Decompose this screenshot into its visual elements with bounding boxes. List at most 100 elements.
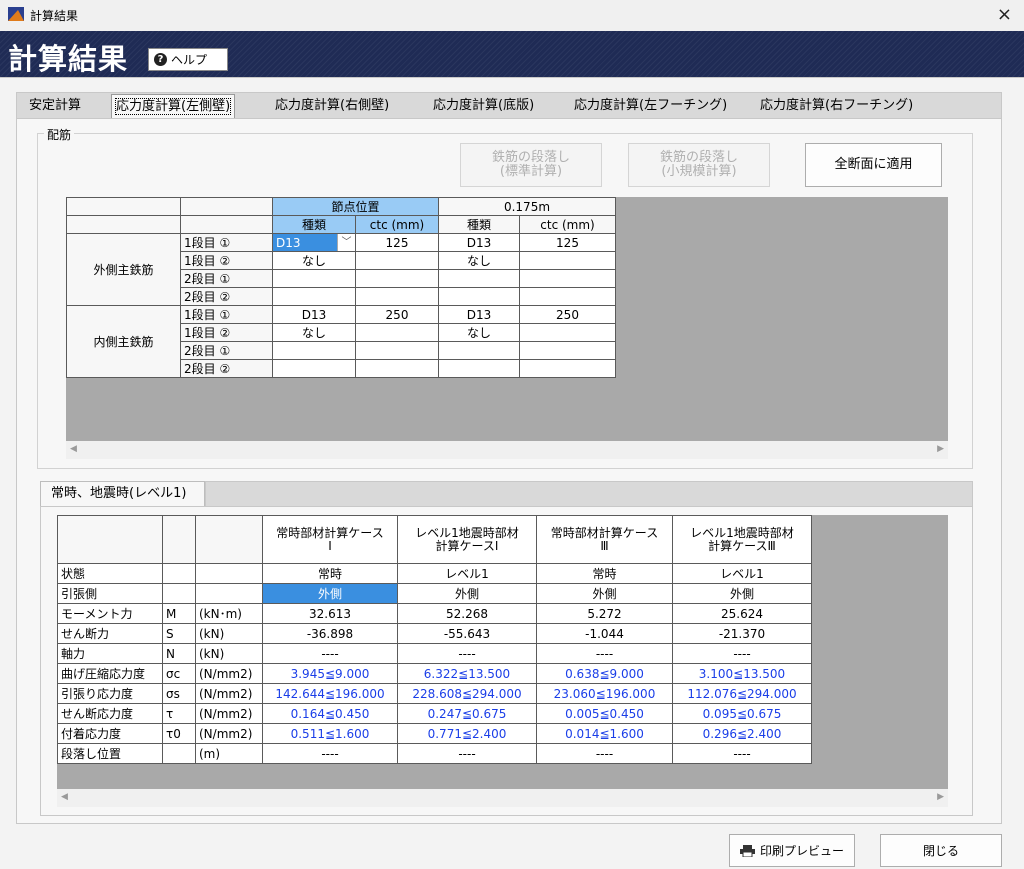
rebar-ctc-cell[interactable] [519, 341, 616, 360]
result-value-cell[interactable]: 23.060≦196.000 [536, 683, 673, 704]
result-value-cell[interactable]: ---- [536, 743, 673, 764]
rebar-type-cell[interactable]: D13 ﹀ [272, 233, 356, 252]
result-value-cell[interactable]: 6.322≦13.500 [397, 663, 537, 684]
result-value-cell[interactable]: -55.643 [397, 623, 537, 644]
rebar-ctc-cell[interactable]: 250 [519, 305, 616, 324]
result-value-cell[interactable]: -21.370 [672, 623, 812, 644]
result-value-cell[interactable]: 外側 [262, 583, 398, 604]
rebar-type-cell[interactable]: なし [272, 251, 356, 270]
col-pos2-header[interactable]: 0.175m [438, 197, 616, 216]
case-header[interactable]: レベル1地震時部材 計算ケースⅢ [672, 515, 812, 564]
result-value-cell[interactable]: レベル1 [672, 563, 812, 584]
rebar-ctc-cell[interactable] [355, 269, 439, 288]
col-node-header[interactable]: 節点位置 [272, 197, 439, 216]
result-value-cell[interactable]: 25.624 [672, 603, 812, 624]
result-value-cell[interactable]: 142.644≦196.000 [262, 683, 398, 704]
result-value-cell[interactable]: 0.005≦0.450 [536, 703, 673, 724]
result-value-cell[interactable]: ---- [397, 743, 537, 764]
rebar-type-cell[interactable] [272, 359, 356, 378]
apply-all-sections-button[interactable]: 全断面に適用 [805, 143, 942, 187]
rebar-type-cell[interactable] [438, 269, 520, 288]
result-value-cell[interactable]: 外側 [397, 583, 537, 604]
rebar-ctc-cell[interactable]: 125 [519, 233, 616, 252]
result-value-cell[interactable]: 5.272 [536, 603, 673, 624]
tab-right-wall[interactable]: 応力度計算(右側壁) [275, 93, 389, 118]
rebar-type-cell[interactable] [272, 269, 356, 288]
result-value-cell[interactable]: 0.771≦2.400 [397, 723, 537, 744]
result-value-cell[interactable]: 常時 [262, 563, 398, 584]
rebar-ctc-cell[interactable] [519, 323, 616, 342]
result-value-cell[interactable]: 0.296≦2.400 [672, 723, 812, 744]
result-value-cell[interactable]: レベル1 [397, 563, 537, 584]
window-close-button[interactable]: × [997, 4, 1012, 25]
result-value-cell[interactable]: 0.511≦1.600 [262, 723, 398, 744]
rebar-horizontal-scrollbar[interactable]: ◀ ▶ [66, 441, 948, 459]
scroll-right-icon[interactable]: ▶ [937, 792, 944, 802]
result-value-cell[interactable]: 常時 [536, 563, 673, 584]
result-value-cell[interactable]: 0.638≦9.000 [536, 663, 673, 684]
result-value-cell[interactable]: ---- [536, 643, 673, 664]
rebar-ctc-cell[interactable] [355, 287, 439, 306]
result-value-cell[interactable]: ---- [397, 643, 537, 664]
scroll-left-icon[interactable]: ◀ [61, 792, 68, 802]
rebar-type-cell[interactable] [438, 287, 520, 306]
rebar-type-cell[interactable]: D13 [438, 305, 520, 324]
scroll-right-icon[interactable]: ▶ [937, 444, 944, 454]
rebar-type-cell[interactable]: なし [438, 251, 520, 270]
case-header[interactable]: レベル1地震時部材 計算ケースⅠ [397, 515, 537, 564]
case-header[interactable]: 常時部材計算ケース Ⅲ [536, 515, 673, 564]
tab-normal-seismic-level1[interactable]: 常時、地震時(レベル1) [40, 481, 205, 507]
result-value-cell[interactable]: 外側 [536, 583, 673, 604]
result-value-cell[interactable]: 0.014≦1.600 [536, 723, 673, 744]
rebar-ctc-cell[interactable] [519, 251, 616, 270]
rebar-type-cell[interactable] [438, 359, 520, 378]
rebar-ctc-cell[interactable] [355, 323, 439, 342]
tab-stability[interactable]: 安定計算 [29, 93, 81, 118]
result-value-cell[interactable]: ---- [262, 643, 398, 664]
help-button[interactable]: ? ヘルプ [148, 48, 228, 71]
rebar-ctc-cell[interactable]: 250 [355, 305, 439, 324]
tab-bottom-slab[interactable]: 応力度計算(底版) [433, 93, 534, 118]
rebar-type-cell[interactable] [438, 341, 520, 360]
rebar-ctc-cell[interactable] [355, 341, 439, 360]
close-button[interactable]: 閉じる [880, 834, 1002, 867]
result-value-cell[interactable]: ---- [672, 743, 812, 764]
result-value-cell[interactable]: 0.247≦0.675 [397, 703, 537, 724]
result-value-cell[interactable]: 112.076≦294.000 [672, 683, 812, 704]
result-value-cell[interactable]: ---- [672, 643, 812, 664]
rebar-ctc-cell[interactable] [355, 251, 439, 270]
result-value-cell[interactable]: -1.044 [536, 623, 673, 644]
rebar-ctc-cell[interactable] [519, 269, 616, 288]
result-value-cell[interactable]: 0.095≦0.675 [672, 703, 812, 724]
scroll-left-icon[interactable]: ◀ [70, 444, 77, 454]
rebar-ctc-cell[interactable] [355, 359, 439, 378]
rebar-type-cell[interactable]: なし [272, 323, 356, 342]
result-row-label: せん断応力度 [57, 703, 163, 724]
result-value-cell[interactable]: 228.608≦294.000 [397, 683, 537, 704]
result-value-cell[interactable]: 外側 [672, 583, 812, 604]
result-value-cell[interactable]: -36.898 [262, 623, 398, 644]
rebar-ctc-cell[interactable]: 125 [355, 233, 439, 252]
results-horizontal-scrollbar[interactable]: ◀ ▶ [57, 789, 948, 807]
rebar-ctc-cell[interactable] [519, 287, 616, 306]
tab-right-footing[interactable]: 応力度計算(右フーチング) [760, 93, 913, 118]
rebar-ctc-cell[interactable] [519, 359, 616, 378]
rebar-type-cell[interactable]: D13 [438, 233, 520, 252]
tab-left-wall[interactable]: 応力度計算(左側壁) [111, 94, 236, 119]
tab-left-footing[interactable]: 応力度計算(左フーチング) [574, 93, 727, 118]
result-value-cell[interactable]: 3.100≦13.500 [672, 663, 812, 684]
chevron-down-icon[interactable]: ﹀ [337, 234, 355, 251]
rebar-type-cell[interactable] [272, 287, 356, 306]
rebar-cutoff-standard-button[interactable]: 鉄筋の段落し (標準計算) [460, 143, 602, 187]
print-preview-button[interactable]: 印刷プレビュー [729, 834, 855, 867]
result-value-cell[interactable]: 52.268 [397, 603, 537, 624]
result-value-cell[interactable]: 0.164≦0.450 [262, 703, 398, 724]
rebar-type-cell[interactable]: なし [438, 323, 520, 342]
result-value-cell[interactable]: ---- [262, 743, 398, 764]
rebar-cutoff-small-button[interactable]: 鉄筋の段落し (小規模計算) [628, 143, 770, 187]
rebar-type-cell[interactable]: D13 [272, 305, 356, 324]
result-value-cell[interactable]: 32.613 [262, 603, 398, 624]
case-header[interactable]: 常時部材計算ケース Ⅰ [262, 515, 398, 564]
result-value-cell[interactable]: 3.945≦9.000 [262, 663, 398, 684]
rebar-type-cell[interactable] [272, 341, 356, 360]
